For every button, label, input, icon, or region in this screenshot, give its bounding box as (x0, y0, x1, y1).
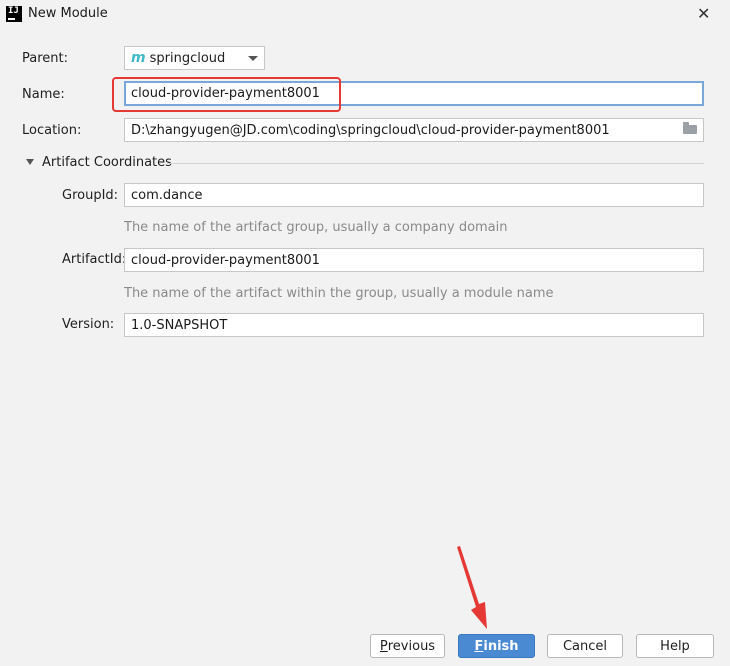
annotation-arrow (457, 546, 487, 629)
section-divider (167, 163, 704, 164)
location-label: Location: (22, 123, 82, 138)
groupid-input-value: com.dance (131, 187, 203, 203)
groupid-label: GroupId: (62, 188, 119, 203)
groupid-input[interactable]: com.dance (124, 183, 704, 207)
artifactid-label: ArtifactId: (62, 252, 127, 267)
cancel-button[interactable]: Cancel (547, 634, 623, 658)
window-title: New Module (28, 6, 108, 21)
annotation-highlight-box (112, 77, 341, 112)
version-input[interactable]: 1.0-SNAPSHOT (124, 313, 704, 337)
groupid-hint: The name of the artifact group, usually … (124, 220, 508, 235)
close-icon[interactable]: ✕ (697, 4, 710, 24)
location-input-value: D:\zhangyugen@JD.com\coding\springcloud\… (131, 122, 610, 138)
collapse-arrow-icon[interactable] (26, 159, 34, 165)
version-label: Version: (62, 317, 115, 332)
folder-icon[interactable] (683, 122, 697, 134)
parent-label: Parent: (22, 51, 68, 66)
chevron-down-icon (248, 56, 258, 61)
parent-select[interactable]: m springcloud (124, 46, 265, 70)
finish-button[interactable]: Finish (458, 634, 535, 658)
name-label: Name: (22, 87, 65, 102)
parent-select-value: springcloud (149, 50, 226, 66)
artifactid-input-value: cloud-provider-payment8001 (131, 252, 320, 268)
location-input[interactable]: D:\zhangyugen@JD.com\coding\springcloud\… (124, 118, 704, 142)
title-bar: IJ New Module ✕ (0, 0, 730, 30)
intellij-app-icon: IJ (6, 6, 22, 22)
maven-m-icon: m (131, 50, 146, 66)
artifactid-input[interactable]: cloud-provider-payment8001 (124, 248, 704, 272)
version-input-value: 1.0-SNAPSHOT (131, 317, 228, 333)
help-button[interactable]: Help (636, 634, 714, 658)
artifactid-hint: The name of the artifact within the grou… (124, 286, 554, 301)
artifact-coordinates-title[interactable]: Artifact Coordinates (42, 155, 172, 170)
previous-button[interactable]: Previous (370, 634, 445, 658)
